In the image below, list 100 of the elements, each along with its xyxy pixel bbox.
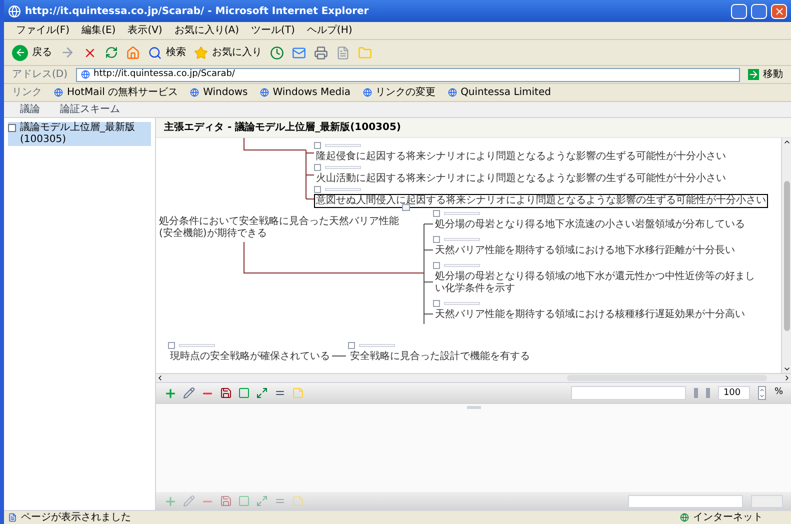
node-tag-bar [444,302,480,304]
splitter-handle[interactable] [466,406,480,409]
link-item[interactable]: Windows [190,85,248,100]
menu-item[interactable]: 編集(E) [82,23,116,38]
favorites-button[interactable]: お気に入り [194,45,262,60]
editor-title: 主張エディタ - 議論モデル上位層_最新版(100305) [164,120,402,135]
claim-node[interactable]: 隆起侵食に起因する将来シナリオにより問題となるような影響の生ずる可能性が十分小さい [314,150,728,164]
menu-item[interactable]: ヘルプ(H) [306,23,352,38]
spin-up-icon[interactable] [759,387,766,393]
globe-icon [260,88,269,97]
home-icon[interactable] [126,46,140,60]
spin-down-icon[interactable] [759,393,766,399]
maximize-button[interactable] [751,4,767,18]
claim-node[interactable]: 火山活動に起因する将来シナリオにより問題となるような影響の生ずる可能性が十分小さい [314,172,728,186]
app-tab[interactable]: 論証スキーム [60,102,120,117]
zone-text: インターネット [693,512,763,524]
folder-icon[interactable] [358,46,372,60]
search-icon [148,46,162,60]
filter-field[interactable] [628,494,743,508]
scroll-down-icon[interactable] [782,365,790,373]
address-label: アドレス(D) [12,68,68,82]
zoom-field[interactable] [751,494,783,508]
expand-icon[interactable] [256,387,268,399]
link-item[interactable]: HotMail の無料サービス [54,85,178,100]
forward-icon[interactable] [60,45,75,60]
claim-node[interactable]: 処分条件において安全戦略に見合った天然バリア性能(安全機能)が期待できる [159,216,404,240]
link-item[interactable]: Windows Media [260,85,351,100]
claim-node[interactable]: 安全戦略に見合った設計で機能を有する [348,350,532,364]
minimize-button[interactable] [731,4,747,18]
claim-node[interactable]: 現時点の安全戦略が確保されている [168,350,332,364]
mail-icon[interactable] [292,46,306,60]
item-checkbox[interactable] [8,124,16,132]
item-label: 議論モデル上位層_最新版(100305) [20,122,136,146]
close-button[interactable] [771,4,787,18]
internet-zone-icon [680,513,689,522]
page-icon [8,513,17,522]
globe-icon [190,88,200,97]
claim-node[interactable]: 処分場の母岩となり得る領域の地下水が還元性かつ中性近傍等の好ましい化学条件を示す [433,270,763,296]
search-button[interactable]: 検索 [148,45,186,60]
globe-icon [362,88,372,97]
back-button[interactable]: 戻る [12,44,52,60]
node-checkbox[interactable] [314,142,321,148]
horizontal-scrollbar[interactable] [156,373,791,383]
browser-icon [8,4,21,18]
node-checkbox[interactable] [433,236,440,242]
filter-field[interactable] [571,386,686,400]
menu-item[interactable]: お気に入り(A) [174,23,239,38]
star-icon [194,46,208,60]
claim-node[interactable]: 天然バリア性能を期待する領域における地下水移行距離が十分長い [433,244,763,258]
node-tag-bar [325,188,361,190]
node-tag-bar [359,344,395,346]
scroll-left-icon[interactable] [156,374,164,382]
address-field[interactable]: http://it.quintessa.co.jp/Scarab/ [76,68,740,82]
link-item[interactable]: Quintessa Limited [448,85,551,100]
vertical-scrollbar[interactable] [781,138,791,373]
node-checkbox[interactable] [348,342,355,348]
menu-item[interactable]: 表示(V) [128,23,162,38]
add-icon[interactable] [164,386,177,400]
node-checkbox[interactable] [168,342,175,348]
zoom-field[interactable]: 100 [718,386,750,400]
square-icon[interactable] [238,387,250,399]
node-tag-bar [444,212,480,214]
node-checkbox[interactable] [314,164,321,170]
node-tag-bar [325,166,361,168]
go-button[interactable]: 移動 [748,67,783,82]
app-tab[interactable]: 議論 [20,102,40,117]
expand-icon[interactable] [256,495,268,507]
node-tag-bar [325,144,361,146]
edit-page-icon[interactable] [336,46,350,60]
node-checkbox[interactable] [433,210,440,216]
globe-icon [448,88,457,97]
history-icon[interactable] [270,46,284,60]
claim-node[interactable]: 天然バリア性能を期待する領域における核種移行遅延効果が十分高い [433,308,763,322]
collapse-icon[interactable] [402,204,410,211]
node-tag-bar [444,238,480,240]
add-icon[interactable] [164,494,177,508]
globe-icon [54,88,63,97]
claim-node[interactable]: 意図せぬ人間侵入に起因する将来シナリオにより問題となるような影響の生ずる可能性が十分小さい [314,194,768,208]
save-icon[interactable] [220,387,232,399]
links-label: リンク [12,86,42,100]
print-icon[interactable] [314,46,328,60]
status-text: ページが表示されました [21,512,132,524]
refresh-icon[interactable] [105,46,118,59]
close-icon [774,6,784,16]
node-checkbox[interactable] [433,262,440,268]
sidebar-item[interactable]: 議論モデル上位層_最新版(100305) [8,122,151,146]
menu-item[interactable]: ファイル(F) [16,23,70,38]
window-title: http://it.quintessa.co.jp/Scarab/ - Microsoft Internet Explorer [25,4,370,18]
node-tag-bar [444,264,480,266]
zoom-unit: % [774,386,783,400]
scroll-up-icon[interactable] [782,138,790,146]
edit-icon[interactable] [183,387,195,399]
node-checkbox[interactable] [314,186,321,192]
node-checkbox[interactable] [433,300,440,306]
back-arrow-icon [14,47,26,58]
scroll-right-icon[interactable] [783,374,791,382]
claim-node[interactable]: 処分場の母岩となり得る地下水流速の小さい岩盤領域が分布している [433,218,763,232]
link-item[interactable]: リンクの変更 [362,85,436,100]
menu-item[interactable]: ツール(T) [251,23,295,38]
zoom-spinner[interactable] [758,386,766,400]
